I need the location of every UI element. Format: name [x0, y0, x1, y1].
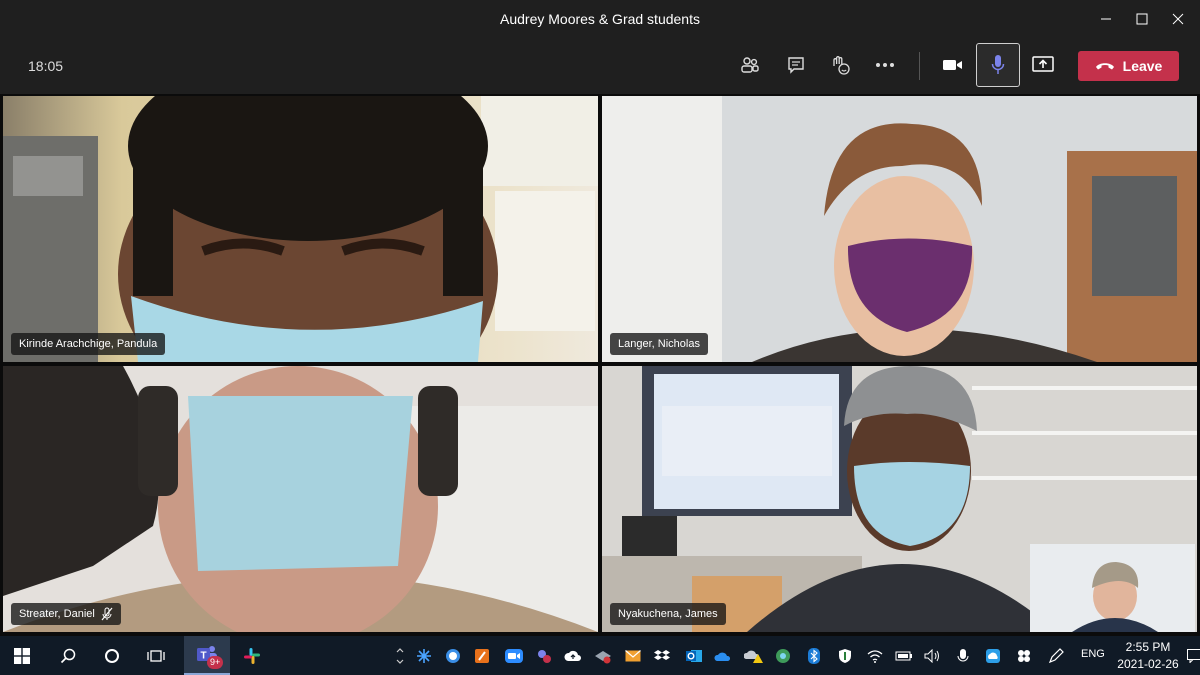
app-tray-icon-8[interactable]	[1014, 646, 1034, 666]
more-actions-button[interactable]	[863, 43, 907, 87]
muted-microphone-icon	[101, 607, 113, 621]
search-icon	[60, 648, 76, 663]
leave-button[interactable]: Leave	[1078, 51, 1179, 81]
chat-button[interactable]	[774, 43, 818, 87]
participant-name: Langer, Nicholas	[618, 338, 700, 350]
camera-icon	[943, 60, 962, 70]
close-icon[interactable]	[1158, 0, 1198, 38]
task-view-button[interactable]	[134, 636, 178, 675]
leave-label: Leave	[1122, 58, 1163, 74]
microphone-tray-icon[interactable]	[953, 646, 973, 666]
video-tile-participant-3[interactable]: Streater, Daniel	[3, 366, 598, 632]
participant-name: Nyakuchena, James	[618, 608, 718, 620]
microphone-button[interactable]	[976, 43, 1020, 87]
clock-time: 2:55 PM	[1125, 640, 1171, 654]
notification-icon[interactable]	[1184, 646, 1200, 666]
app-tray-icon-1[interactable]	[414, 646, 434, 666]
app-tray-icon-4[interactable]	[534, 646, 554, 666]
onedrive-warning-icon[interactable]	[744, 646, 764, 666]
security-icon[interactable]	[835, 646, 855, 666]
onedrive-icon[interactable]	[713, 646, 733, 666]
participant-video-feed	[3, 366, 598, 632]
clock-date: 2021-02-26	[1117, 657, 1179, 671]
call-controls-bar: 18:05 Leave	[0, 38, 1200, 94]
phone-hangup-icon	[1095, 63, 1114, 70]
teams-taskbar-button[interactable]: T 9+	[184, 636, 230, 675]
participant-name-tag: Kirinde Arachchige, Pandula	[11, 333, 166, 355]
camera-button[interactable]	[931, 43, 975, 87]
app-tray-icon-2[interactable]	[443, 646, 463, 666]
network-icon[interactable]	[865, 646, 885, 666]
participant-name: Streater, Daniel	[19, 608, 95, 620]
teams-notification-badge: 9+	[207, 656, 224, 669]
show-hidden-icons-button[interactable]	[393, 636, 407, 675]
more-icon	[876, 63, 894, 67]
participant-name: Kirinde Arachchige, Pandula	[19, 338, 158, 350]
windows-taskbar: T 9+ ENG 2:55 PM 2021-02-26	[0, 636, 1200, 675]
app-tray-icon-7[interactable]	[983, 646, 1003, 666]
slack-icon	[244, 647, 260, 664]
call-elapsed-time: 18:05	[28, 58, 64, 74]
microphone-icon	[991, 55, 1005, 74]
zoom-icon[interactable]	[504, 646, 524, 666]
pen-icon[interactable]	[1046, 646, 1066, 666]
search-button[interactable]	[46, 636, 90, 675]
minimize-icon[interactable]	[1086, 0, 1126, 38]
participant-name-tag: Langer, Nicholas	[610, 333, 708, 355]
dropbox-icon[interactable]	[652, 646, 672, 666]
window-title: Audrey Moores & Grad students	[500, 11, 700, 27]
input-language[interactable]: ENG	[1081, 648, 1105, 660]
task-view-icon	[147, 649, 165, 662]
participants-button[interactable]	[728, 43, 772, 87]
bluetooth-icon[interactable]	[804, 646, 824, 666]
svg-text:T: T	[200, 650, 206, 661]
volume-icon[interactable]	[923, 646, 943, 666]
share-screen-icon	[1032, 56, 1054, 72]
participant-video-feed	[3, 96, 598, 362]
outlook-icon[interactable]	[684, 646, 704, 666]
windows-start-icon	[14, 647, 30, 664]
battery-icon[interactable]	[894, 646, 914, 666]
title-bar: Audrey Moores & Grad students	[0, 0, 1200, 38]
participant-video-feed	[602, 366, 1197, 632]
controls-divider	[919, 52, 920, 80]
participants-icon	[741, 57, 759, 73]
app-tray-icon-6[interactable]	[773, 646, 793, 666]
app-tray-icon-5[interactable]	[593, 646, 613, 666]
share-screen-button[interactable]	[1021, 43, 1065, 87]
maximize-icon[interactable]	[1122, 0, 1162, 38]
cortana-icon	[105, 648, 119, 663]
app-tray-icon-3[interactable]	[472, 646, 492, 666]
video-tile-participant-1[interactable]: Kirinde Arachchige, Pandula	[3, 96, 598, 362]
windows-start-button[interactable]	[0, 636, 44, 675]
video-tile-participant-4[interactable]: Nyakuchena, James	[602, 366, 1197, 632]
cortana-button[interactable]	[90, 636, 134, 675]
video-tile-participant-2[interactable]: Langer, Nicholas	[602, 96, 1197, 362]
participant-video-feed	[602, 96, 1197, 362]
mail-icon[interactable]	[623, 646, 643, 666]
video-grid: Kirinde Arachchige, Pandula Langer, Nich…	[0, 94, 1200, 636]
taskbar-clock[interactable]: 2:55 PM 2021-02-26	[1108, 639, 1188, 673]
participant-name-tag: Streater, Daniel	[11, 603, 121, 625]
show-hidden-icon	[396, 647, 404, 664]
chat-icon	[788, 57, 804, 74]
participant-name-tag: Nyakuchena, James	[610, 603, 726, 625]
reactions-button[interactable]	[818, 43, 862, 87]
slack-taskbar-button[interactable]	[230, 636, 274, 675]
cloud-upload-icon[interactable]	[563, 646, 583, 666]
reactions-icon	[833, 56, 850, 75]
